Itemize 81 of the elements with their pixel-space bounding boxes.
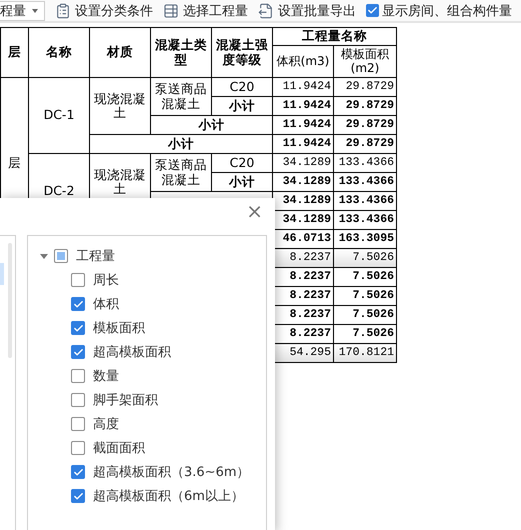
table-cell: 泵送商品混凝土	[150, 154, 212, 192]
table-cell: 34.1289	[272, 172, 334, 192]
checkbox[interactable]	[71, 465, 85, 479]
document-export-icon	[258, 2, 274, 18]
table-cell: 8.2237	[272, 286, 334, 306]
table-cell: 34.1289	[272, 154, 334, 172]
table-cell: 11.9424	[272, 96, 334, 116]
table-cell: 29.8729	[334, 96, 396, 116]
table-cell: 11.9424	[272, 134, 334, 154]
table-cell: 8.2237	[272, 248, 334, 268]
table-cell: 7.5026	[334, 306, 396, 324]
table-cell: 133.4366	[334, 192, 396, 210]
tree-item-label[interactable]: 截面面积	[93, 439, 145, 457]
table-cell: 7.5026	[334, 268, 396, 286]
checkbox[interactable]	[71, 369, 85, 383]
table-cell: 29.8729	[334, 78, 396, 96]
table-cell: 54.295	[272, 344, 334, 362]
checkbox[interactable]	[366, 4, 379, 17]
table-cell: 46.0713	[272, 230, 334, 248]
column-header: 层	[0, 28, 28, 78]
check-icon	[72, 298, 84, 310]
table-cell: 29.8729	[334, 116, 396, 134]
tree-item-label[interactable]: 超高模板面积（3.6~6m）	[93, 463, 250, 481]
table-cell: DC-1	[28, 78, 90, 154]
table-cell: 7.5026	[334, 286, 396, 306]
table-cell: 8.2237	[272, 268, 334, 286]
table-cell: C20	[212, 78, 272, 96]
table-cell: 小计	[150, 116, 272, 134]
checkbox[interactable]	[71, 345, 85, 359]
tree-item-label[interactable]: 超高模板面积（6m以上）	[93, 487, 244, 505]
check-icon	[72, 322, 84, 334]
checkbox[interactable]	[71, 393, 85, 407]
table-cell: 小计	[212, 172, 272, 192]
table-cell: 8.2237	[272, 324, 334, 344]
column-header: 工程量名称	[272, 28, 396, 46]
check-icon	[367, 5, 378, 16]
toolbar-button[interactable]: 设置分类条件	[55, 2, 153, 20]
table-cell: 现浇混凝土	[90, 78, 150, 134]
tree-item-label[interactable]: 体积	[93, 295, 119, 313]
quantity-dropdown[interactable]: 程量	[0, 0, 45, 20]
table-cell: C20	[212, 154, 272, 172]
table-cell: 34.1289	[272, 210, 334, 230]
table-cell: 11.9424	[272, 78, 334, 96]
table-cell: 133.4366	[334, 154, 396, 172]
checkbox[interactable]	[71, 273, 85, 287]
table-icon	[163, 2, 179, 18]
tree-item-label[interactable]: 模板面积	[93, 319, 145, 337]
tree-item-label[interactable]: 周长	[93, 271, 119, 289]
checkbox[interactable]	[54, 249, 68, 263]
table-cell: 泵送商品混凝土	[150, 78, 212, 116]
tree-item-label[interactable]: 工程量	[76, 247, 115, 265]
tree-item-label[interactable]: 数量	[93, 367, 119, 385]
check-icon	[72, 346, 84, 358]
checkbox[interactable]	[71, 417, 85, 431]
checkbox[interactable]	[71, 297, 85, 311]
checkbox[interactable]	[71, 321, 85, 335]
list-settings-icon	[55, 2, 71, 18]
check-icon	[72, 490, 84, 502]
checkbox[interactable]	[71, 489, 85, 503]
table-cell: 170.8121	[334, 344, 396, 362]
close-button[interactable]: ×	[242, 198, 267, 224]
table-cell: 小计	[212, 96, 272, 116]
tree-item-label[interactable]: 脚手架面积	[93, 391, 158, 409]
expand-caret-icon[interactable]	[40, 254, 48, 258]
table-cell: 小计	[90, 134, 272, 154]
toolbar-button[interactable]: 选择工程量	[163, 2, 248, 20]
table-cell: 11.9424	[272, 116, 334, 134]
check-icon	[72, 466, 84, 478]
table-cell: 29.8729	[334, 134, 396, 154]
toolbar-button[interactable]: 设置批量导出	[258, 2, 356, 20]
tree-item-label[interactable]: 超高模板面积	[93, 343, 171, 361]
table-cell: 8.2237	[272, 306, 334, 324]
table-cell: 133.4366	[334, 210, 396, 230]
checkbox[interactable]	[71, 441, 85, 455]
table-cell: 34.1289	[272, 192, 334, 210]
table-cell: 133.4366	[334, 172, 396, 192]
tree-item-label[interactable]: 高度	[93, 415, 119, 433]
checkbox-label: 显示房间、组合构件量	[382, 2, 512, 20]
table-cell: 163.3095	[334, 230, 396, 248]
table-cell: 7.5026	[334, 324, 396, 344]
table-cell: 7.5026	[334, 248, 396, 268]
